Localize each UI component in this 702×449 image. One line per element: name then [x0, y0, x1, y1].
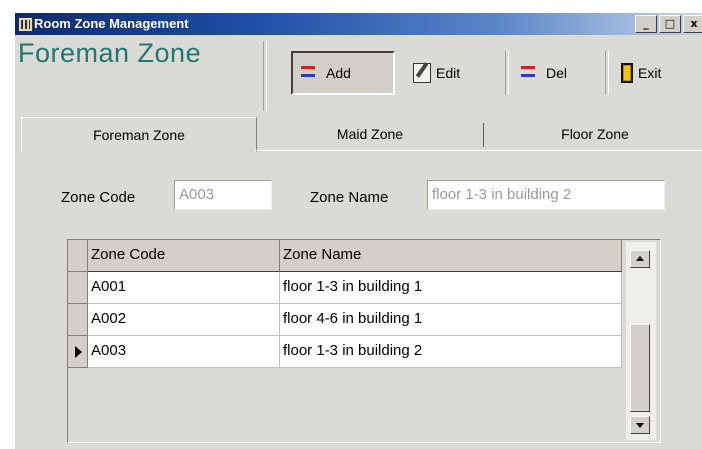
window-title: Room Zone Management [34, 16, 189, 31]
exit-button-label: Exit [638, 65, 662, 81]
toolbar-divider [505, 51, 509, 95]
close-button[interactable]: x [683, 15, 702, 33]
title-bar[interactable]: Room Zone Management _ □ x [15, 13, 702, 35]
zone-table: Zone Code Zone Name A001 floor 1-3 in bu… [67, 239, 661, 443]
scroll-down-icon[interactable] [630, 416, 650, 434]
table-body: Zone Code Zone Name A001 floor 1-3 in bu… [68, 240, 622, 442]
scroll-thumb[interactable] [630, 324, 650, 412]
tab-baseline [255, 150, 702, 151]
table-header: Zone Code Zone Name [68, 240, 622, 272]
zone-name-label: Zone Name [310, 189, 389, 206]
tab-maid-zone[interactable]: Maid Zone [257, 117, 483, 151]
maximize-button[interactable]: □ [659, 15, 681, 33]
page-title: Foreman Zone [18, 38, 202, 68]
tab-divider [483, 123, 484, 147]
zone-code-field[interactable]: A003 [174, 180, 272, 210]
cell-zone-name[interactable]: floor 1-3 in building 1 [280, 272, 622, 304]
cell-zone-name[interactable]: floor 4-6 in building 1 [280, 304, 622, 336]
room-zone-window: Room Zone Management _ □ x Foreman Zone … [14, 13, 702, 449]
tab-foreman-zone[interactable]: Foreman Zone [21, 117, 257, 152]
cell-zone-code[interactable]: A001 [88, 272, 280, 304]
delete-button-label: Del [546, 65, 568, 81]
delete-record-icon [521, 63, 541, 83]
edit-button-label: Edit [436, 65, 461, 81]
minimize-button[interactable]: _ [635, 15, 657, 33]
toolbar-divider [605, 51, 609, 95]
cell-zone-code[interactable]: A002 [88, 304, 280, 336]
scroll-up-icon[interactable] [630, 250, 650, 268]
table-row[interactable]: A003 floor 1-3 in building 2 [68, 336, 622, 368]
header-indicator [68, 240, 88, 272]
add-button[interactable]: Add [291, 51, 395, 95]
edit-record-icon [413, 63, 431, 83]
column-header-zone-code[interactable]: Zone Code [88, 240, 280, 272]
zone-code-label: Zone Code [61, 189, 136, 206]
current-row-arrow-icon [75, 346, 82, 358]
cell-zone-name[interactable]: floor 1-3 in building 2 [280, 336, 622, 368]
app-grid-icon [18, 17, 33, 32]
row-indicator [68, 272, 88, 304]
table-row[interactable]: A001 floor 1-3 in building 1 [68, 272, 622, 304]
zone-tabs: Foreman Zone Maid Zone Floor Zone [21, 117, 702, 152]
delete-button[interactable]: Del [513, 51, 603, 95]
table-row[interactable]: A002 floor 4-6 in building 1 [68, 304, 622, 336]
header-divider [263, 41, 267, 111]
zone-name-field[interactable]: floor 1-3 in building 2 [427, 180, 665, 210]
row-indicator [68, 336, 88, 368]
window-controls: _ □ x [635, 15, 702, 33]
exit-button[interactable]: Exit [613, 51, 702, 95]
edit-button[interactable]: Edit [405, 51, 501, 95]
tab-floor-zone[interactable]: Floor Zone [485, 117, 702, 151]
vertical-scrollbar[interactable] [626, 242, 656, 440]
add-button-label: Add [326, 65, 351, 81]
add-record-icon [301, 63, 321, 83]
exit-door-icon [621, 63, 633, 83]
row-indicator [68, 304, 88, 336]
cell-zone-code[interactable]: A003 [88, 336, 280, 368]
column-header-zone-name[interactable]: Zone Name [280, 240, 622, 272]
